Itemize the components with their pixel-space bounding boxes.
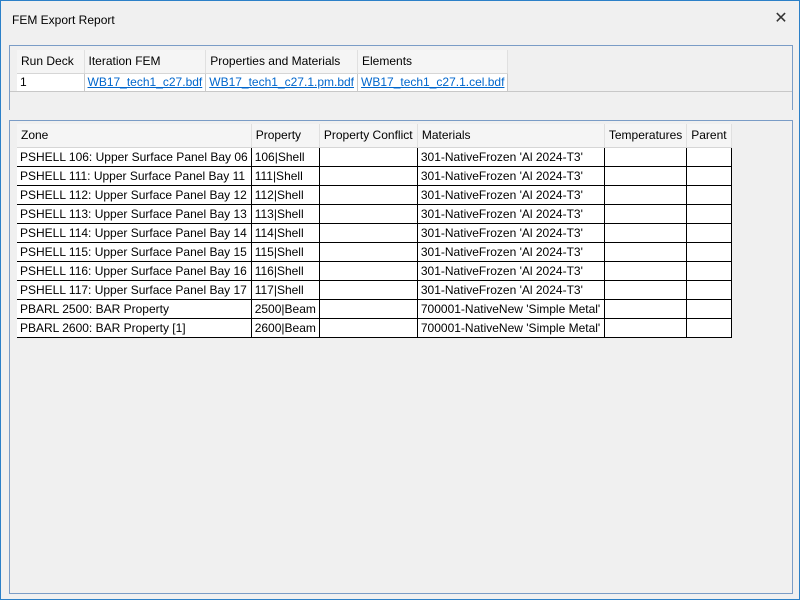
zone-cell: PSHELL 114: Upper Surface Panel Bay 14 [17, 223, 252, 243]
table-row[interactable]: PBARL 2600: BAR Property [1] 2600|Beam 7… [17, 318, 732, 338]
run-deck-cell: 1 [17, 73, 85, 91]
materials-cell: 700001-NativeNew 'Simple Metal' [417, 299, 605, 319]
zone-table: Zone Property Property Conflict Material… [17, 124, 732, 338]
temperatures-cell [604, 204, 688, 224]
table-row[interactable]: PSHELL 113: Upper Surface Panel Bay 13 1… [17, 204, 732, 224]
temperatures-cell [604, 299, 688, 319]
temperatures-cell [604, 185, 688, 205]
run-deck-scroll-area [10, 91, 792, 110]
property-conflict-cell [319, 242, 418, 262]
zone-cell: PBARL 2600: BAR Property [1] [17, 318, 252, 338]
parent-cell [686, 318, 732, 338]
zone-panel: Zone Property Property Conflict Material… [9, 120, 793, 594]
property-cell: 113|Shell [251, 204, 320, 224]
table-row[interactable]: 1 WB17_tech1_c27.bdf WB17_tech1_c27.1.pm… [17, 73, 509, 91]
property-cell: 115|Shell [251, 242, 320, 262]
column-header-materials[interactable]: Materials [417, 124, 605, 148]
property-cell: 2600|Beam [251, 318, 320, 338]
temperatures-cell [604, 318, 688, 338]
property-cell: 111|Shell [251, 166, 320, 186]
window-title: FEM Export Report [12, 13, 115, 27]
temperatures-cell [604, 223, 688, 243]
run-deck-panel: Run Deck Iteration FEM Properties and Ma… [9, 45, 793, 110]
zone-cell: PSHELL 113: Upper Surface Panel Bay 13 [17, 204, 252, 224]
table-row[interactable]: PSHELL 106: Upper Surface Panel Bay 06 1… [17, 147, 732, 167]
property-conflict-cell [319, 166, 418, 186]
column-header-zone[interactable]: Zone [17, 124, 252, 148]
parent-cell [686, 299, 732, 319]
materials-cell: 301-NativeFrozen 'Al 2024-T3' [417, 147, 605, 167]
temperatures-cell [604, 166, 688, 186]
temperatures-cell [604, 280, 688, 300]
parent-cell [686, 242, 732, 262]
temperatures-cell [604, 242, 688, 262]
property-cell: 106|Shell [251, 147, 320, 167]
table-row[interactable]: PSHELL 116: Upper Surface Panel Bay 16 1… [17, 261, 732, 281]
column-header-properties-materials[interactable]: Properties and Materials [205, 50, 359, 74]
run-deck-table: Run Deck Iteration FEM Properties and Ma… [17, 50, 509, 91]
materials-cell: 700001-NativeNew 'Simple Metal' [417, 318, 605, 338]
zone-cell: PBARL 2500: BAR Property [17, 299, 252, 319]
parent-cell [686, 223, 732, 243]
property-conflict-cell [319, 147, 418, 167]
title-bar: FEM Export Report ✕ [1, 1, 799, 39]
property-cell: 2500|Beam [251, 299, 320, 319]
zone-cell: PSHELL 112: Upper Surface Panel Bay 12 [17, 185, 252, 205]
zone-cell: PSHELL 117: Upper Surface Panel Bay 17 [17, 280, 252, 300]
column-header-property-conflict[interactable]: Property Conflict [319, 124, 418, 148]
materials-cell: 301-NativeFrozen 'Al 2024-T3' [417, 204, 605, 224]
zone-cell: PSHELL 106: Upper Surface Panel Bay 06 [17, 147, 252, 167]
elements-cell: WB17_tech1_c27.1.cel.bdf [357, 73, 509, 91]
property-conflict-cell [319, 280, 418, 300]
table-row[interactable]: PSHELL 115: Upper Surface Panel Bay 15 1… [17, 242, 732, 262]
elements-link[interactable]: WB17_tech1_c27.1.cel.bdf [361, 75, 504, 89]
property-cell: 112|Shell [251, 185, 320, 205]
zone-cell: PSHELL 111: Upper Surface Panel Bay 11 [17, 166, 252, 186]
materials-cell: 301-NativeFrozen 'Al 2024-T3' [417, 185, 605, 205]
parent-cell [686, 280, 732, 300]
zone-cell: PSHELL 116: Upper Surface Panel Bay 16 [17, 261, 252, 281]
table-row[interactable]: PSHELL 117: Upper Surface Panel Bay 17 1… [17, 280, 732, 300]
run-deck-header-row: Run Deck Iteration FEM Properties and Ma… [17, 50, 509, 74]
table-row[interactable]: PSHELL 114: Upper Surface Panel Bay 14 1… [17, 223, 732, 243]
iteration-fem-cell: WB17_tech1_c27.bdf [84, 73, 207, 91]
table-row[interactable]: PSHELL 112: Upper Surface Panel Bay 12 1… [17, 185, 732, 205]
property-conflict-cell [319, 185, 418, 205]
column-header-run-deck[interactable]: Run Deck [17, 50, 85, 74]
property-conflict-cell [319, 204, 418, 224]
materials-cell: 301-NativeFrozen 'Al 2024-T3' [417, 261, 605, 281]
zone-cell: PSHELL 115: Upper Surface Panel Bay 15 [17, 242, 252, 262]
column-header-elements[interactable]: Elements [357, 50, 509, 74]
table-row[interactable]: PSHELL 111: Upper Surface Panel Bay 11 1… [17, 166, 732, 186]
parent-cell [686, 166, 732, 186]
iteration-fem-link[interactable]: WB17_tech1_c27.bdf [88, 75, 203, 89]
properties-materials-cell: WB17_tech1_c27.1.pm.bdf [205, 73, 359, 91]
parent-cell [686, 185, 732, 205]
column-header-iteration-fem[interactable]: Iteration FEM [84, 50, 207, 74]
parent-cell [686, 261, 732, 281]
property-conflict-cell [319, 223, 418, 243]
parent-cell [686, 147, 732, 167]
column-header-parent[interactable]: Parent [686, 124, 732, 148]
property-conflict-cell [319, 261, 418, 281]
close-icon[interactable]: ✕ [773, 11, 789, 27]
materials-cell: 301-NativeFrozen 'Al 2024-T3' [417, 223, 605, 243]
properties-materials-link[interactable]: WB17_tech1_c27.1.pm.bdf [209, 75, 354, 89]
materials-cell: 301-NativeFrozen 'Al 2024-T3' [417, 280, 605, 300]
property-cell: 116|Shell [251, 261, 320, 281]
property-cell: 117|Shell [251, 280, 320, 300]
property-cell: 114|Shell [251, 223, 320, 243]
table-row[interactable]: PBARL 2500: BAR Property 2500|Beam 70000… [17, 299, 732, 319]
temperatures-cell [604, 261, 688, 281]
fem-export-report-window: FEM Export Report ✕ Run Deck Iteration F… [0, 0, 800, 600]
property-conflict-cell [319, 299, 418, 319]
property-conflict-cell [319, 318, 418, 338]
column-header-temperatures[interactable]: Temperatures [604, 124, 688, 148]
materials-cell: 301-NativeFrozen 'Al 2024-T3' [417, 166, 605, 186]
zone-header-row: Zone Property Property Conflict Material… [17, 124, 732, 148]
parent-cell [686, 204, 732, 224]
temperatures-cell [604, 147, 688, 167]
column-header-property[interactable]: Property [251, 124, 320, 148]
materials-cell: 301-NativeFrozen 'Al 2024-T3' [417, 242, 605, 262]
